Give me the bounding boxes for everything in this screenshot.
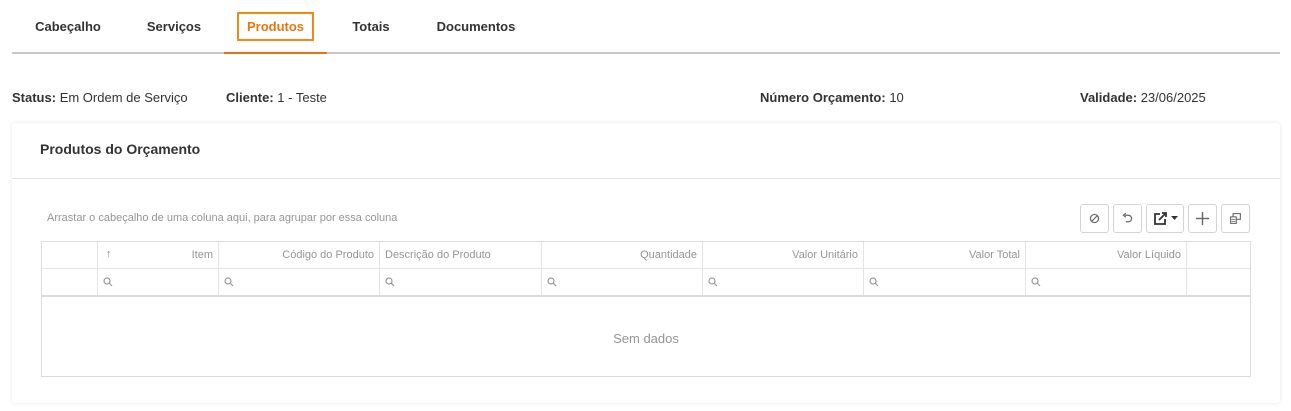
tab-totais[interactable]: Totais [327, 0, 415, 52]
column-header-descricao-produto[interactable]: Descrição do Produto [380, 242, 542, 268]
column-header-quantidade[interactable]: Quantidade [542, 242, 703, 268]
tab-label: Cabeçalho [35, 18, 101, 34]
validade-label: Validade: [1080, 90, 1138, 105]
tab-documentos[interactable]: Documentos [415, 0, 537, 52]
search-icon [224, 277, 234, 287]
filter-input-codigo-produto[interactable] [219, 269, 380, 295]
filter-input-item[interactable] [98, 269, 219, 295]
column-header-label: Item [191, 249, 213, 261]
grid-header-row: ↑ Item Código do Produto Descrição do Pr… [42, 242, 1250, 269]
command-column-header [1187, 242, 1250, 268]
search-icon [1031, 277, 1041, 287]
produtos-grid: ↑ Item Código do Produto Descrição do Pr… [41, 241, 1251, 377]
tab-cabecalho[interactable]: Cabeçalho [12, 0, 124, 52]
select-column-header[interactable] [42, 242, 98, 268]
numero-orcamento-label: Número Orçamento: [760, 90, 886, 105]
status-info: Status: Em Ordem de Serviço [12, 90, 188, 105]
sort-ascending-icon: ↑ [106, 248, 112, 260]
export-icon [1153, 211, 1167, 225]
search-icon [385, 277, 395, 287]
tab-label: Totais [352, 18, 390, 34]
produtos-card: Produtos do Orçamento Arrastar o cabeçal… [12, 123, 1280, 403]
search-icon [547, 277, 557, 287]
status-label: Status: [12, 90, 57, 105]
column-header-label: Quantidade [640, 249, 697, 261]
filter-input-valor-total[interactable] [864, 269, 1026, 295]
column-chooser-button[interactable] [1221, 204, 1250, 233]
column-chooser-icon [1230, 213, 1241, 224]
tab-label: Documentos [436, 18, 516, 34]
column-header-valor-liquido[interactable]: Valor Líquido [1026, 242, 1187, 268]
refresh-icon [1089, 213, 1100, 224]
column-header-codigo-produto[interactable]: Código do Produto [219, 242, 380, 268]
add-row-button[interactable] [1188, 204, 1217, 233]
column-header-label: Valor Líquido [1116, 249, 1181, 261]
filter-input-quantidade[interactable] [542, 269, 703, 295]
column-header-label: Código do Produto [282, 249, 374, 261]
numero-orcamento-value: 10 [889, 90, 904, 105]
validade-info: Validade: 23/06/2025 [1080, 90, 1206, 105]
filter-input-valor-unitario[interactable] [703, 269, 864, 295]
column-header-label: Valor Total [969, 249, 1020, 261]
filter-cell-empty [42, 269, 98, 295]
status-value: Em Ordem de Serviço [59, 90, 188, 105]
column-header-label: Descrição do Produto [385, 249, 491, 261]
undo-button[interactable] [1113, 204, 1142, 233]
tab-bar: Cabeçalho Serviços Produtos Totais Docum… [12, 0, 1280, 54]
cliente-info: Cliente: 1 - Teste [226, 90, 327, 105]
search-icon [708, 277, 718, 287]
active-tab-indicator [224, 52, 327, 54]
cliente-value: 1 - Teste [277, 90, 327, 105]
group-panel[interactable]: Arrastar o cabeçalho de uma coluna aqui,… [47, 212, 397, 224]
chevron-down-icon [1170, 216, 1178, 220]
search-icon [869, 277, 879, 287]
add-icon [1195, 211, 1210, 226]
filter-input-descricao-produto[interactable] [380, 269, 542, 295]
cliente-label: Cliente: [226, 90, 274, 105]
column-header-valor-total[interactable]: Valor Total [864, 242, 1026, 268]
grid-filter-row [42, 269, 1250, 297]
column-header-label: Valor Unitário [792, 249, 858, 261]
column-header-item[interactable]: ↑ Item [98, 242, 219, 268]
validade-value: 23/06/2025 [1140, 90, 1206, 105]
numero-orcamento-info: Número Orçamento: 10 [760, 90, 904, 105]
filter-input-valor-liquido[interactable] [1026, 269, 1187, 295]
filter-cell-empty [1187, 269, 1250, 295]
no-data-message: Sem dados [613, 331, 679, 346]
search-icon [103, 277, 113, 287]
refresh-button[interactable] [1080, 204, 1109, 233]
tab-label: Serviços [146, 18, 202, 34]
export-button[interactable] [1146, 204, 1184, 233]
column-header-valor-unitario[interactable]: Valor Unitário [703, 242, 864, 268]
tab-servicos[interactable]: Serviços [124, 0, 224, 52]
tab-label: Produtos [236, 11, 315, 41]
card-divider [12, 178, 1280, 179]
card-title: Produtos do Orçamento [40, 141, 201, 157]
tab-produtos[interactable]: Produtos [224, 0, 327, 52]
undo-icon [1122, 212, 1133, 223]
